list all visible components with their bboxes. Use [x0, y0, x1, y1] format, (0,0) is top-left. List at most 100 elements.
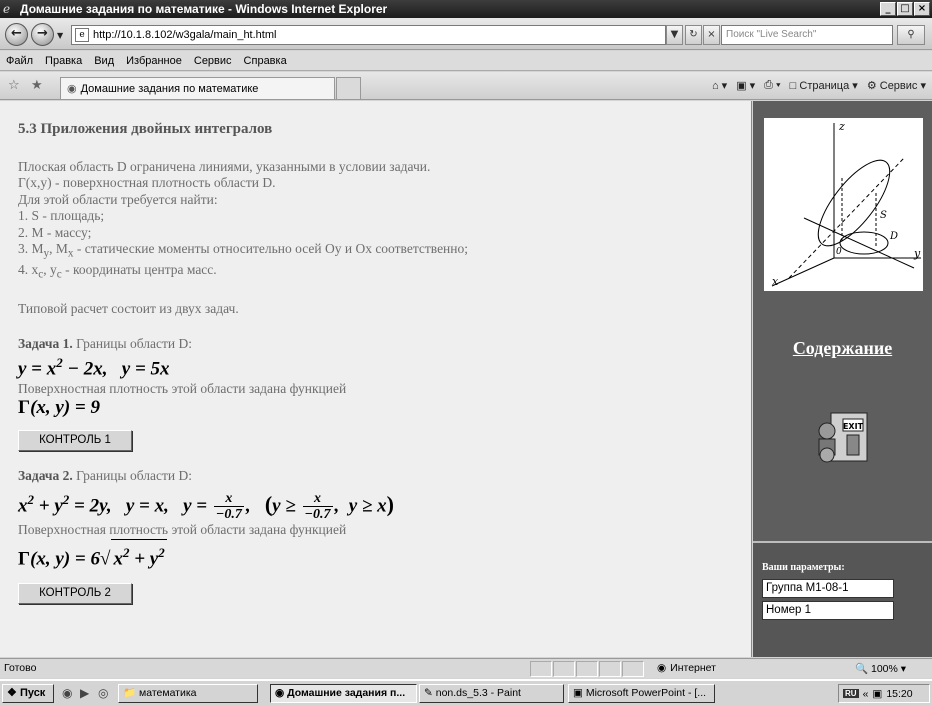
zoom-level: 100%	[871, 663, 898, 675]
region-d-ellipse	[839, 231, 889, 255]
params-label: Ваши параметры:	[762, 562, 845, 573]
task-label: Microsoft PowerPoint - [...	[585, 687, 707, 699]
task-powerpoint[interactable]: ▣ Microsoft PowerPoint - [...	[568, 684, 715, 703]
zoom-icon: 🔍	[855, 663, 869, 675]
task1-header: Задача 1. Границы области D:	[18, 336, 751, 353]
task1-text: Границы области D:	[72, 335, 192, 351]
tab-label: Домашние задания по математике	[80, 82, 259, 95]
title-bar: e Домашние задания по математике - Windo…	[0, 0, 932, 18]
label-d: D	[889, 231, 898, 242]
back-button[interactable]: ←	[5, 23, 28, 46]
paint-icon: ✎	[424, 687, 433, 699]
group-field[interactable]: Группа М1-08-1	[762, 579, 894, 598]
task2-header: Задача 2. Границы области D:	[18, 468, 751, 485]
task-folder[interactable]: 📁 математика	[118, 684, 258, 703]
feeds-icon[interactable]: ▣ ▾	[736, 79, 755, 92]
address-bar[interactable]: e http://10.1.8.102/w3gala/main_ht.html	[71, 25, 666, 45]
command-bar: ⌂ ▾ ▣ ▾ ⎙ ▾ □ Страница ▾ ⚙ Сервис ▾	[712, 79, 926, 92]
start-button[interactable]: ❖ Пуск	[2, 684, 54, 703]
label-x: x	[772, 275, 779, 288]
status-cell	[599, 661, 621, 677]
tab-active[interactable]: ◉ Домашние задания по математике	[60, 77, 335, 99]
label-y: y	[913, 247, 921, 260]
status-cell	[622, 661, 644, 677]
task1-boundary-formula: y = x2 − 2x, y = 5x	[18, 355, 170, 380]
menu-help[interactable]: Справка	[244, 55, 287, 67]
diagram-svg: z y x S D 0	[771, 120, 921, 288]
gear-icon: ⚙	[866, 80, 877, 92]
globe-icon: ◉	[657, 662, 667, 674]
control-2-button[interactable]: КОНТРОЛЬ 2	[18, 583, 132, 604]
ie-quicklaunch-icon[interactable]: ◉	[62, 686, 72, 700]
system-tray: RU « ▣ 15:20	[838, 684, 930, 703]
menu-edit[interactable]: Правка	[45, 55, 82, 67]
home-icon[interactable]: ⌂ ▾	[712, 79, 727, 92]
print-icon[interactable]: ⎙ ▾	[764, 79, 780, 92]
label-s: S	[880, 210, 887, 221]
tray-expand-icon[interactable]: «	[863, 688, 869, 700]
intro-line: Для этой области требуется найти:	[18, 191, 218, 207]
task1-density-text: Поверхностная плотность этой области зад…	[18, 380, 347, 396]
page-menu-icon: □	[789, 80, 797, 92]
forward-button[interactable]: →	[31, 23, 54, 46]
x-axis	[771, 257, 835, 287]
address-url[interactable]: http://10.1.8.102/w3gala/main_ht.html	[93, 29, 276, 41]
ie-task-icon: ◉	[275, 687, 285, 699]
security-zone[interactable]: ◉ Интернет	[657, 662, 716, 674]
task-paint[interactable]: ✎ non.ds_5.3 - Paint	[419, 684, 564, 703]
taskbar: ❖ Пуск ◉ ▶ ◎ 📁 математика ◉ Домашние зад…	[0, 679, 932, 705]
task-label: математика	[139, 687, 197, 699]
menu-file[interactable]: Файл	[6, 55, 33, 67]
address-dropdown-button[interactable]: ▼	[666, 25, 683, 45]
intro-line: Плоская область D ограничена линиями, ук…	[18, 158, 431, 174]
exit-icon[interactable]: EXIT	[817, 409, 871, 465]
close-button[interactable]: ×	[914, 2, 930, 16]
ie-logo-icon: e	[3, 2, 11, 16]
integral-diagram: z y x S D 0	[764, 118, 923, 291]
status-text: Готово	[4, 662, 37, 674]
zoom-control[interactable]: 🔍 100% ▾	[855, 662, 906, 675]
add-favorites-icon[interactable]: ★	[31, 78, 43, 93]
menu-bar: Файл Правка Вид Избранное Сервис Справка	[0, 51, 932, 71]
control-1-button[interactable]: КОНТРОЛЬ 1	[18, 430, 132, 452]
page-menu[interactable]: □ Страница ▾	[790, 79, 858, 92]
task1-density-formula: Γ(x, y) = 9	[18, 397, 101, 419]
task2-density-text: Поверхностная плотность этой области зад…	[18, 522, 347, 538]
task2-title: Задача 2.	[18, 468, 73, 484]
browser-quicklaunch-icon[interactable]: ◎	[98, 686, 108, 700]
zone-label: Интернет	[670, 662, 716, 674]
tools-menu[interactable]: ⚙ Сервис ▾	[867, 79, 926, 92]
task-ie[interactable]: ◉ Домашние задания п...	[270, 684, 417, 703]
menu-favorites[interactable]: Избранное	[126, 55, 182, 67]
contents-link[interactable]: Содержание	[753, 338, 932, 359]
clock: 15:20	[886, 687, 913, 700]
new-tab-button[interactable]	[336, 77, 361, 99]
intro-item-4: 4. xc, yc - координаты центра масс.	[18, 262, 217, 281]
media-quicklaunch-icon[interactable]: ▶	[80, 686, 89, 700]
task2-boundary-formula: x2 + y2 = 2y, y = x, y = x −0.7, (y ≥ x −0…	[18, 491, 394, 523]
task2-density-formula: Γ(x, y) = 6√ x2 + y2	[18, 538, 751, 572]
minimize-button[interactable]: _	[880, 2, 896, 16]
maximize-button[interactable]: □	[897, 2, 913, 16]
refresh-button[interactable]: ↻	[685, 25, 702, 45]
page-content: 5.3 Приложения двойных интегралов Плоска…	[0, 101, 752, 657]
folder-icon: 📁	[123, 687, 137, 699]
powerpoint-icon: ▣	[573, 687, 583, 699]
number-field[interactable]: Номер 1	[762, 601, 894, 620]
search-input[interactable]: Поиск "Live Search"	[721, 25, 893, 45]
search-icon[interactable]: ⚲	[897, 25, 925, 45]
exit-sign-text: EXIT	[843, 422, 864, 431]
menu-tools[interactable]: Сервис	[194, 55, 232, 67]
network-icon[interactable]: ▣	[872, 688, 882, 700]
tab-page-icon: ◉	[67, 83, 77, 95]
stop-button[interactable]: ×	[703, 25, 720, 45]
favorites-star-icon[interactable]: ☆	[8, 78, 20, 93]
intro-line: 1. S - площадь;	[18, 208, 105, 223]
history-dropdown-icon[interactable]: ▼	[57, 31, 63, 40]
tab-bar: ☆ ★ ◉ Домашние задания по математике ⌂ ▾…	[0, 72, 932, 100]
language-indicator[interactable]: RU	[843, 689, 859, 698]
menu-view[interactable]: Вид	[94, 55, 114, 67]
task-label: non.ds_5.3 - Paint	[435, 687, 521, 699]
page-icon: e	[75, 28, 89, 42]
status-bar: Готово ◉ Интернет 🔍 100% ▾	[0, 658, 932, 678]
